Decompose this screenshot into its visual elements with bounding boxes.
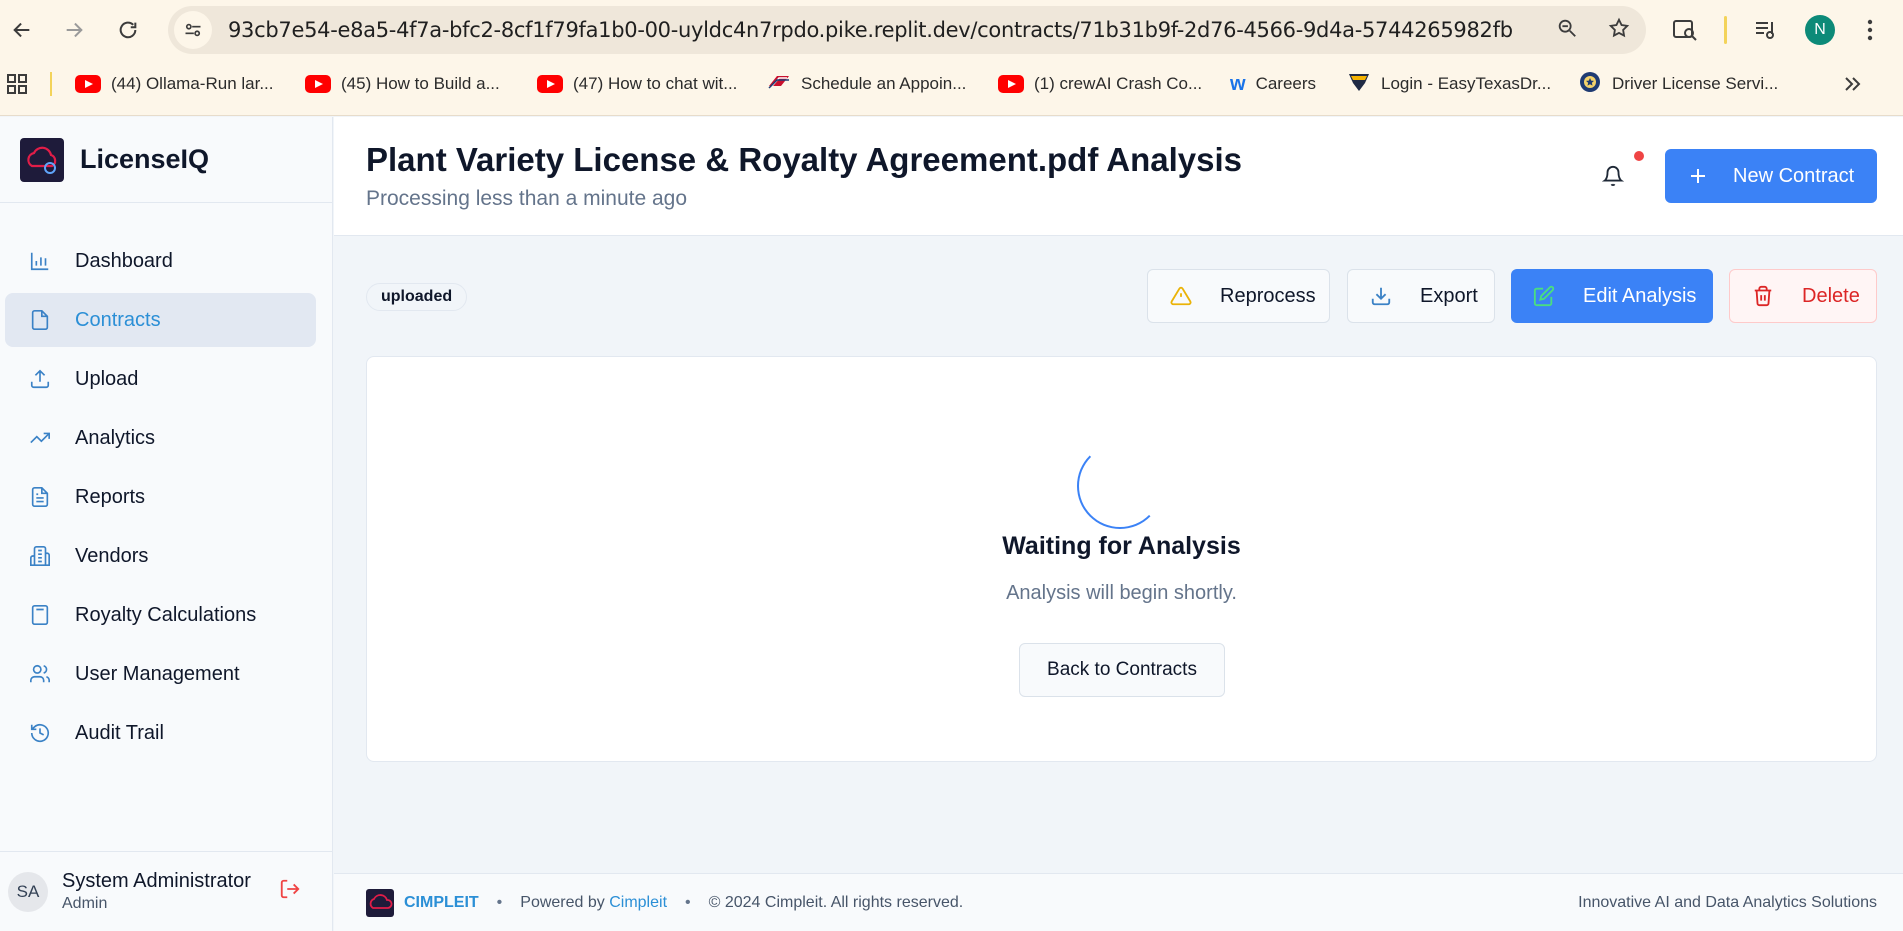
separator-dot: • xyxy=(685,893,691,911)
address-bar[interactable]: 93cb7e54-e8a5-4f7a-bfc2-8cf1f79fa1b0-00-… xyxy=(168,6,1646,54)
brand[interactable]: LicenseIQ xyxy=(0,117,332,203)
zoom-icon[interactable] xyxy=(1556,17,1578,44)
apps-grid-icon[interactable] xyxy=(6,66,28,102)
calculator-icon xyxy=(27,602,53,628)
back-arrow-icon[interactable] xyxy=(6,14,38,46)
notification-dot xyxy=(1634,151,1644,161)
user-name: System Administrator xyxy=(62,870,251,892)
footer: CIMPLEIT • Powered by Cimpleit • © 2024 … xyxy=(334,873,1903,931)
sidebar-item-royalty-calculations[interactable]: Royalty Calculations xyxy=(5,588,316,642)
card-title: Waiting for Analysis xyxy=(1002,532,1241,560)
file-icon xyxy=(27,307,53,333)
bookmark-item[interactable]: (47) How to chat wit... xyxy=(537,66,737,102)
status-badge: uploaded xyxy=(366,283,468,311)
logout-icon[interactable] xyxy=(279,878,301,905)
sidebar: LicenseIQ Dashboard Contracts Upload Ana… xyxy=(0,117,333,931)
sidebar-nav: Dashboard Contracts Upload Analytics Rep… xyxy=(5,234,316,765)
download-icon xyxy=(1370,285,1392,307)
cimpleit-logo-icon xyxy=(366,888,394,917)
delete-button[interactable]: Delete xyxy=(1729,269,1877,323)
bar-chart-icon xyxy=(27,248,53,274)
analysis-card: Waiting for Analysis Analysis will begin… xyxy=(366,356,1877,762)
bookmark-item[interactable]: Driver License Servi... xyxy=(1578,66,1778,102)
sidebar-item-reports[interactable]: Reports xyxy=(5,470,316,524)
divider xyxy=(50,66,52,102)
back-to-contracts-button[interactable]: Back to Contracts xyxy=(1019,643,1225,697)
plus-icon xyxy=(1689,161,1707,192)
flag-icon xyxy=(767,74,791,95)
chevron-right-double-icon[interactable] xyxy=(1842,66,1862,102)
separator-dot: • xyxy=(496,893,503,911)
youtube-icon xyxy=(998,75,1024,93)
warning-icon xyxy=(1170,285,1192,307)
browser-chrome: 93cb7e54-e8a5-4f7a-bfc2-8cf1f79fa1b0-00-… xyxy=(0,0,1903,116)
user-meta: System Administrator Admin xyxy=(62,870,251,913)
new-contract-button[interactable]: New Contract xyxy=(1665,149,1877,203)
profile-avatar[interactable]: N xyxy=(1805,10,1835,50)
trash-icon xyxy=(1752,285,1774,307)
upload-icon xyxy=(27,366,53,392)
sidebar-item-vendors[interactable]: Vendors xyxy=(5,529,316,583)
sidebar-item-analytics[interactable]: Analytics xyxy=(5,411,316,465)
footer-tagline: Innovative AI and Data Analytics Solutio… xyxy=(1578,893,1877,911)
copyright: © 2024 Cimpleit. All rights reserved. xyxy=(708,893,964,911)
bookmark-item[interactable]: Schedule an Appoin... xyxy=(767,66,966,102)
sidebar-item-audit-trail[interactable]: Audit Trail xyxy=(5,706,316,760)
sidebar-item-contracts[interactable]: Contracts xyxy=(5,293,316,347)
more-menu-icon[interactable] xyxy=(1866,10,1874,50)
seal-icon xyxy=(1578,70,1602,99)
edit-analysis-button[interactable]: Edit Analysis xyxy=(1511,269,1713,323)
user-panel: SA System Administrator Admin xyxy=(0,851,333,931)
tab-search-icon[interactable] xyxy=(1672,10,1698,50)
cimpleit-link[interactable]: Cimpleit xyxy=(609,894,667,911)
edit-icon xyxy=(1533,285,1555,307)
export-button[interactable]: Export xyxy=(1347,269,1495,323)
bookmark-item[interactable]: (44) Ollama-Run lar... xyxy=(75,66,274,102)
footer-brand[interactable]: CIMPLEIT xyxy=(404,894,479,912)
youtube-icon xyxy=(75,75,101,93)
url-text[interactable]: 93cb7e54-e8a5-4f7a-bfc2-8cf1f79fa1b0-00-… xyxy=(228,18,1513,42)
star-icon[interactable] xyxy=(1608,17,1630,44)
loading-spinner-icon xyxy=(1077,443,1163,529)
bookmark-item[interactable]: w Careers xyxy=(1230,66,1316,102)
brand-name: LicenseIQ xyxy=(80,144,210,174)
youtube-icon xyxy=(537,75,563,93)
history-icon xyxy=(27,720,53,746)
bookmark-item[interactable]: (45) How to Build a... xyxy=(305,66,500,102)
youtube-icon xyxy=(305,75,331,93)
powered-by: Powered by Cimpleit xyxy=(520,893,668,911)
shield-icon xyxy=(1347,71,1371,98)
media-controls-icon[interactable] xyxy=(1754,10,1778,50)
reload-icon[interactable] xyxy=(112,14,144,46)
bookmarks-bar: (44) Ollama-Run lar... (45) How to Build… xyxy=(0,66,1903,102)
site-settings-icon[interactable] xyxy=(174,11,212,49)
forward-arrow-icon[interactable] xyxy=(58,14,90,46)
divider xyxy=(1724,10,1727,50)
file-text-icon xyxy=(27,484,53,510)
bell-icon[interactable] xyxy=(1601,165,1625,192)
sidebar-item-user-management[interactable]: User Management xyxy=(5,647,316,701)
page-title: Plant Variety License & Royalty Agreemen… xyxy=(366,141,1243,178)
card-subtitle: Analysis will begin shortly. xyxy=(1006,582,1237,604)
reprocess-button[interactable]: Reprocess xyxy=(1147,269,1330,323)
users-icon xyxy=(27,661,53,687)
page-subtitle: Processing less than a minute ago xyxy=(366,187,688,210)
trending-up-icon xyxy=(27,425,53,451)
sidebar-item-dashboard[interactable]: Dashboard xyxy=(5,234,316,288)
building-icon xyxy=(27,543,53,569)
avatar[interactable]: SA xyxy=(8,871,48,912)
sidebar-item-upload[interactable]: Upload xyxy=(5,352,316,406)
user-role: Admin xyxy=(62,895,108,912)
bookmark-item[interactable]: Login - EasyTexasDr... xyxy=(1347,66,1551,102)
page-header: Plant Variety License & Royalty Agreemen… xyxy=(334,117,1903,236)
w-icon: w xyxy=(1230,72,1246,95)
licenseiq-logo-icon xyxy=(20,137,64,182)
bookmark-item[interactable]: (1) crewAI Crash Co... xyxy=(998,66,1202,102)
